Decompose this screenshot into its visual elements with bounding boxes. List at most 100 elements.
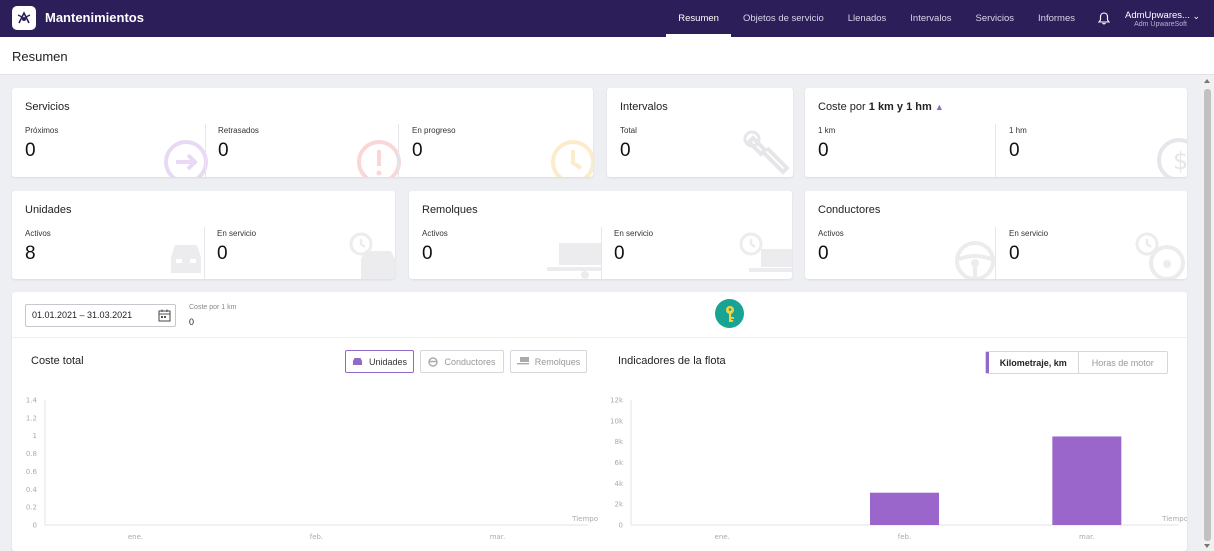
scroll-thumb[interactable] <box>1204 89 1211 541</box>
bar <box>870 492 939 525</box>
y-tick-label: 1.2 <box>26 414 37 422</box>
scroll-down-icon[interactable] <box>1204 544 1210 548</box>
user-name: AdmUpwares... <box>1125 9 1190 21</box>
divider <box>204 227 205 279</box>
date-range-value: 01.01.2021 – 31.03.2021 <box>32 310 133 320</box>
stat-label: En servicio <box>614 229 654 238</box>
conductores-button[interactable]: Conductores <box>420 350 504 373</box>
user-org: Adm UpwareSoft <box>1134 20 1187 28</box>
steering-wheel-clock-icon <box>1135 232 1185 279</box>
stat-label: 1 km <box>818 126 836 135</box>
scroll-up-icon[interactable] <box>1204 79 1210 83</box>
car-clock-icon <box>349 232 395 279</box>
x-tick-label: ene. <box>715 533 730 541</box>
divider <box>995 124 996 177</box>
x-tick-label: ene. <box>128 533 143 541</box>
stat-value: 0 <box>218 140 229 161</box>
wrench-icon <box>743 130 790 175</box>
nav-servicios[interactable]: Servicios <box>963 0 1026 37</box>
stat-value: 0 <box>217 243 228 264</box>
card-conductores: Conductores Activos 0 En servicio 0 <box>805 191 1187 279</box>
y-tick-label: 12k <box>610 397 624 405</box>
y-tick-label: 1 <box>33 432 37 440</box>
y-tick-label: 0.2 <box>26 504 37 512</box>
remolques-button[interactable]: Remolques <box>510 350 587 373</box>
page-scrollbar[interactable] <box>1201 75 1214 551</box>
y-tick-label: 0.8 <box>26 450 37 458</box>
conductores-label: Conductores <box>444 356 496 367</box>
steering-wheel-icon <box>428 356 439 367</box>
stat-label: 1 hm <box>1009 126 1027 135</box>
arrow-circle-icon <box>164 140 208 177</box>
date-range-input[interactable]: 01.01.2021 – 31.03.2021 <box>25 304 176 327</box>
card-intervalos: Intervalos Total 0 <box>607 88 793 177</box>
stat-label: Activos <box>818 229 844 238</box>
stat-value: 0 <box>412 140 423 161</box>
stat-label: En progreso <box>412 126 456 135</box>
y-tick-label: 4k <box>614 480 623 488</box>
nav-llenados[interactable]: Llenados <box>836 0 899 37</box>
fleet-indicators-chart: 0 2k 4k 6k 8k 10k 12k ene. feb. mar. Tiempo <box>610 397 1187 542</box>
x-axis-label: Tiempo <box>1161 515 1187 523</box>
bar <box>1052 436 1122 525</box>
trailer-icon <box>547 243 601 279</box>
notifications-bell-icon[interactable] <box>1087 0 1121 37</box>
unidades-button[interactable]: Unidades <box>345 350 414 373</box>
stat-label: En servicio <box>217 229 257 238</box>
stat-label: En servicio <box>1009 229 1049 238</box>
user-menu[interactable]: AdmUpwares... Adm UpwareSoft ⌄ <box>1121 0 1214 37</box>
cost-per-km-label: Coste por 1 km <box>189 304 237 311</box>
x-tick-label: mar. <box>1079 533 1095 541</box>
y-tick-label: 8k <box>614 438 623 446</box>
card-unidades: Unidades Activos 8 En servicio 0 <box>12 191 395 279</box>
nav-resumen[interactable]: Resumen <box>666 0 731 37</box>
trailer-clock-icon <box>739 232 792 272</box>
card-remolques: Remolques Activos 0 En servicio 0 <box>409 191 792 279</box>
page-title: Resumen <box>12 49 68 64</box>
car-icon <box>352 358 362 365</box>
divider <box>12 337 1187 338</box>
fleet-metric-toggle: Kilometraje, km Horas de motor <box>985 351 1168 374</box>
car-icon <box>171 245 201 273</box>
divider <box>205 124 206 177</box>
divider <box>601 227 602 279</box>
card-servicios: Servicios Próximos 0 Retrasados 0 En pro… <box>12 88 593 177</box>
cost-total-chart: 0 0.2 0.4 0.6 0.8 1 1.2 1.4 ene. feb. mar. Tiempo <box>26 397 598 542</box>
y-tick-label: 1.4 <box>26 397 38 405</box>
nav-objetos-de-servicio[interactable]: Objetos de servicio <box>731 0 836 37</box>
horas-de-motor-option[interactable]: Horas de motor <box>1079 352 1168 373</box>
remolques-label: Remolques <box>534 356 581 367</box>
clock-icon <box>551 140 593 177</box>
divider <box>995 227 996 279</box>
app-logo-icon[interactable] <box>12 6 36 30</box>
x-tick-label: feb. <box>310 533 323 541</box>
chevron-down-icon: ⌄ <box>1192 11 1200 21</box>
x-tick-label: feb. <box>898 533 911 541</box>
stat-1km: 1 km 0 <box>818 88 998 177</box>
divider <box>398 124 399 177</box>
stat-value: 0 <box>614 243 625 264</box>
stat-value: 0 <box>25 140 36 161</box>
y-tick-label: 2k <box>614 501 623 509</box>
calendar-icon[interactable] <box>158 309 171 322</box>
nav-informes[interactable]: Informes <box>1026 0 1087 37</box>
stat-label: Activos <box>25 229 51 238</box>
app-title: Mantenimientos <box>45 10 144 25</box>
stat-value: 0 <box>422 243 433 264</box>
fleet-indicators-title: Indicadores de la flota <box>618 355 726 367</box>
y-tick-label: 0.4 <box>26 486 38 494</box>
stat-value: 0 <box>818 140 829 161</box>
stat-value: 0 <box>818 243 829 264</box>
y-tick-label: 0.6 <box>26 468 38 476</box>
y-tick-label: 6k <box>614 459 623 467</box>
key-icon[interactable] <box>715 299 744 328</box>
x-axis-label: Tiempo <box>571 515 598 523</box>
kilometraje-option[interactable]: Kilometraje, km <box>986 352 1079 373</box>
trailer-icon <box>516 357 529 365</box>
nav-intervalos[interactable]: Intervalos <box>898 0 963 37</box>
cost-per-km-value: 0 <box>189 317 195 327</box>
warning-circle-icon <box>357 140 401 177</box>
y-tick-label: 0 <box>33 522 37 530</box>
x-tick-label: mar. <box>490 533 506 541</box>
stat-label: Retrasados <box>218 126 259 135</box>
